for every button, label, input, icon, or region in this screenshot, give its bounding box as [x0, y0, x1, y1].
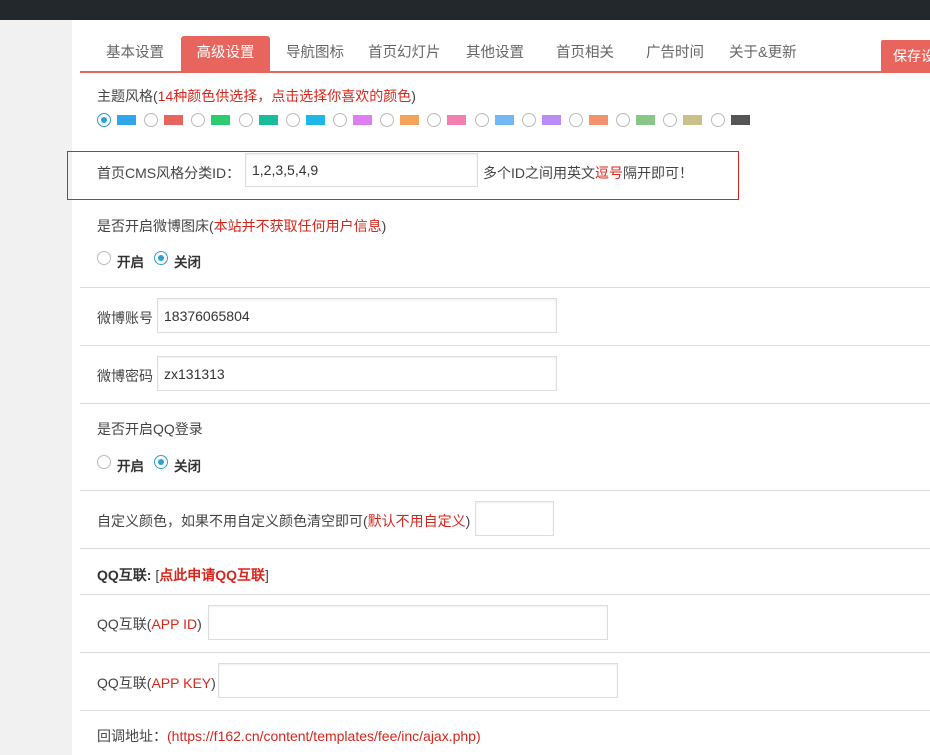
qq-app-key-input[interactable] [218, 663, 618, 698]
qq-connect-bracket-close: ] [265, 567, 269, 583]
theme-color-swatch[interactable] [683, 115, 703, 125]
qq-login-off-radio[interactable] [154, 455, 168, 469]
cms-note: 多个ID之间用英文逗号隔开即可！ [483, 163, 693, 183]
qq-app-id-input[interactable] [208, 605, 608, 640]
weibo-bed-label: 是否开启微博图床(本站并不获取任何用户信息) [97, 216, 386, 236]
qq-app-key-label-pre: QQ互联( [97, 675, 152, 691]
weibo-bed-close: ) [381, 218, 387, 234]
weibo-bed-label-text: 是否开启微博图床( [97, 218, 214, 234]
divider [80, 490, 930, 491]
custom-color-input[interactable] [475, 501, 554, 536]
theme-color-radio[interactable] [333, 113, 347, 127]
theme-color-radio[interactable] [521, 113, 536, 127]
tab-ad-time[interactable]: 广告时间 [646, 36, 704, 71]
cms-note-pre: 多个ID之间用英文 [483, 165, 595, 181]
tab-advanced[interactable]: 高级设置 [181, 36, 270, 71]
theme-color-swatch[interactable] [400, 115, 420, 125]
theme-color-swatch[interactable] [447, 115, 467, 125]
theme-color-radio[interactable] [710, 113, 725, 127]
cms-label: 首页CMS风格分类ID： [97, 165, 241, 181]
qq-app-key-label-red: APP KEY [151, 675, 212, 691]
qq-login-label: 是否开启QQ登录 [97, 421, 203, 437]
theme-color-swatch[interactable] [211, 115, 231, 125]
qq-connect-heading: QQ互联: [点此申请QQ互联] [97, 565, 269, 585]
theme-color-radio[interactable] [474, 113, 489, 127]
weibo-account-label: 微博账号 [97, 310, 153, 326]
theme-color-swatch[interactable] [541, 115, 561, 125]
tab-basic[interactable]: 基本设置 [106, 36, 164, 71]
tab-nav-icons[interactable]: 导航图标 [286, 36, 344, 71]
weibo-password-label: 微博密码 [97, 368, 153, 384]
weibo-bed-on-radio[interactable] [97, 251, 111, 265]
custom-color-label-text: 自定义颜色，如果不用自定义颜色清空即可( [97, 513, 368, 529]
qq-login-on-radio[interactable] [97, 455, 111, 469]
qq-login-off-label[interactable]: 关闭 [174, 455, 201, 475]
divider [80, 594, 930, 595]
qq-app-id-label: QQ互联(APP ID) [97, 614, 202, 634]
qq-app-id-label-pre: QQ互联( [97, 616, 152, 632]
cms-note-post: 隔开即可！ [623, 165, 693, 181]
callback-label: 回调地址：(https://f162.cn/content/templates/… [97, 726, 481, 746]
theme-label: 主题风格(14种颜色供选择，点击选择你喜欢的颜色) [97, 86, 416, 106]
theme-label-text: 主题风格( [97, 88, 158, 104]
qq-app-id-label-post: ) [197, 616, 202, 632]
divider [80, 710, 930, 711]
qq-connect-title: QQ互联: [97, 567, 152, 583]
theme-color-radio[interactable] [97, 113, 111, 127]
cms-ids-input[interactable] [245, 153, 478, 187]
settings-tabs: 基本设置 高级设置 导航图标 首页幻灯片 其他设置 首页相关 广告时间 关于&更… [80, 36, 930, 73]
qq-app-key-label-post: ) [211, 675, 216, 691]
theme-color-radio[interactable] [238, 113, 253, 127]
qq-app-id-label-red: APP ID [151, 616, 198, 632]
custom-color-hint: 默认不用自定义 [367, 513, 466, 529]
divider [80, 345, 930, 346]
weibo-account-input[interactable] [157, 298, 557, 333]
save-button[interactable]: 保存设 [881, 40, 930, 72]
theme-color-swatch[interactable] [258, 115, 278, 125]
qq-login-on-label[interactable]: 开启 [117, 455, 144, 475]
cms-note-red: 逗号 [595, 165, 623, 181]
tab-other[interactable]: 其他设置 [466, 36, 524, 71]
custom-color-close: ) [465, 513, 471, 529]
qq-app-key-label: QQ互联(APP KEY) [97, 673, 216, 693]
theme-color-radio[interactable] [569, 113, 583, 127]
theme-color-radio[interactable] [285, 113, 300, 127]
admin-top-bar [0, 0, 930, 20]
theme-color-swatch[interactable] [353, 115, 372, 125]
tab-about-update[interactable]: 关于&更新 [729, 36, 797, 71]
callback-url: (https://f162.cn/content/templates/fee/i… [167, 728, 481, 744]
tab-home-slider[interactable]: 首页幻灯片 [368, 36, 441, 71]
qq-connect-apply-link[interactable]: 点此申请QQ互联 [159, 567, 265, 583]
weibo-bed-hint: 本站并不获取任何用户信息 [213, 218, 382, 234]
callback-label-text: 回调地址： [97, 728, 167, 744]
divider [80, 652, 930, 653]
divider [80, 548, 930, 549]
theme-color-swatch[interactable] [164, 115, 184, 125]
theme-color-swatch[interactable] [730, 115, 750, 125]
theme-color-swatch[interactable] [636, 115, 656, 125]
divider [80, 287, 930, 288]
tab-home-related[interactable]: 首页相关 [556, 36, 614, 71]
theme-color-swatch[interactable] [117, 115, 136, 125]
theme-color-swatch[interactable] [494, 115, 514, 125]
weibo-bed-off-radio[interactable] [154, 251, 168, 265]
weibo-password-input[interactable] [157, 356, 557, 391]
weibo-bed-off-label[interactable]: 关闭 [174, 251, 201, 271]
theme-color-swatch[interactable] [305, 115, 325, 125]
theme-close: ) [411, 88, 416, 104]
divider [80, 403, 930, 404]
custom-color-label: 自定义颜色，如果不用自定义颜色清空即可(默认不用自定义) [97, 511, 470, 531]
theme-hint: 14种颜色供选择，点击选择你喜欢的颜色 [157, 88, 412, 104]
weibo-bed-on-label[interactable]: 开启 [117, 251, 144, 271]
theme-color-swatch[interactable] [589, 115, 608, 125]
